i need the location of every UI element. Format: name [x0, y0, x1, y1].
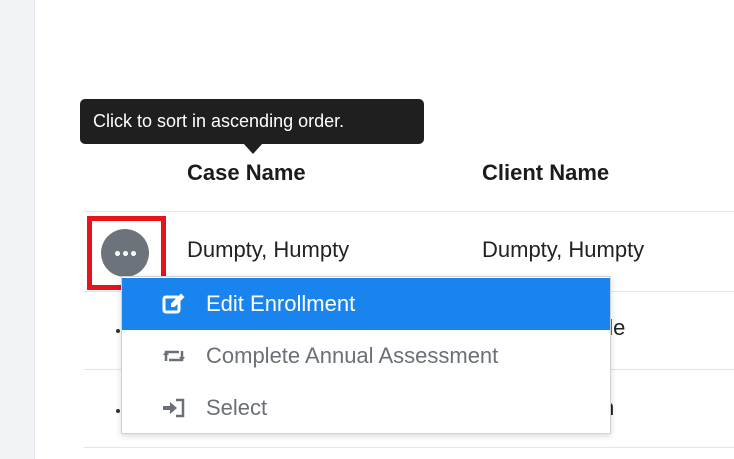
tooltip-text: Click to sort in ascending order. — [93, 111, 345, 131]
menu-item-complete-annual-assessment[interactable]: Complete Annual Assessment — [122, 330, 610, 382]
ellipsis-icon — [122, 250, 128, 256]
row-actions-button-partial[interactable] — [116, 409, 120, 413]
menu-item-label: Edit Enrollment — [206, 291, 356, 316]
retweet-icon — [163, 350, 185, 362]
row-actions-button[interactable] — [101, 229, 149, 277]
tooltip-arrow — [243, 143, 263, 154]
cell-case-name[interactable]: Dumpty, Humpty — [187, 237, 349, 263]
cell-client-name: Dumpty, Humpty — [482, 237, 645, 262]
menu-item-select[interactable]: Select — [122, 382, 610, 434]
sign-in-icon — [163, 398, 185, 418]
ellipsis-icon — [130, 250, 136, 256]
menu-item-label: Select — [206, 395, 268, 420]
ellipsis-icon — [114, 250, 120, 256]
row-divider — [84, 447, 734, 448]
sort-tooltip: Click to sort in ascending order. — [80, 99, 424, 144]
row-divider — [84, 211, 734, 212]
left-rail — [0, 0, 35, 459]
row-context-menu: Edit Enrollment Complete Annual Assessme… — [121, 276, 611, 434]
menu-item-label: Complete Annual Assessment — [206, 343, 499, 368]
edit-icon — [162, 293, 185, 314]
menu-item-edit-enrollment[interactable]: Edit Enrollment — [122, 278, 610, 330]
column-header-client-name[interactable]: Client Name — [482, 160, 609, 186]
column-header-case-name[interactable]: Case Name — [187, 160, 306, 186]
row-actions-button-partial[interactable] — [116, 329, 120, 333]
